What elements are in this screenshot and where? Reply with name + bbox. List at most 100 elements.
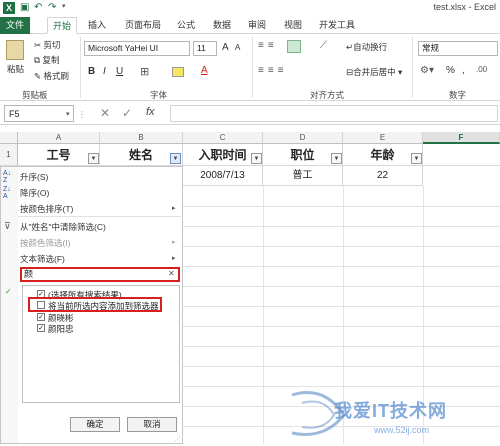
font-name-select[interactable]: Microsoft YaHei UI xyxy=(84,41,190,56)
cell-position[interactable]: 普工 xyxy=(263,166,343,186)
save-icon[interactable]: ▣ xyxy=(20,2,29,13)
format-painter-label: 格式刷 xyxy=(43,71,70,81)
format-painter-button[interactable]: ✎ 格式刷 xyxy=(34,70,69,82)
watermark-text: 我爱IT技术网 xyxy=(334,401,447,421)
value-label[interactable]: 颜阳忠 xyxy=(48,323,74,335)
tab-developer[interactable]: 开发工具 xyxy=(313,17,361,34)
number-format-select[interactable]: 常规 xyxy=(418,41,498,56)
shrink-font-button[interactable]: A xyxy=(235,43,240,52)
insert-function-icon[interactable]: fx xyxy=(146,106,155,118)
group-divider xyxy=(80,37,81,98)
name-box-dropdown-icon[interactable]: ▾ xyxy=(66,110,70,118)
filter-dropdown-a[interactable]: ▼ xyxy=(88,153,99,164)
grid-line xyxy=(183,346,500,347)
orientation-icon[interactable]: ⟋ xyxy=(320,40,327,51)
paste-button[interactable]: 粘贴 xyxy=(7,63,24,75)
tab-view[interactable]: 视图 xyxy=(279,17,307,34)
enter-icon[interactable]: ✓ xyxy=(122,106,132,120)
accounting-format-icon[interactable]: ⚙▾ xyxy=(420,65,434,76)
clear-search-icon[interactable]: ✕ xyxy=(168,269,175,278)
add-to-filter-label[interactable]: 将当前所选内容添加到筛选器 xyxy=(48,300,159,312)
cancel-icon[interactable]: ✕ xyxy=(100,106,110,120)
tab-file[interactable]: 文件 xyxy=(0,17,30,34)
wrap-text-button[interactable]: ↵自动换行 xyxy=(346,41,387,53)
wrap-text-label: 自动换行 xyxy=(353,42,388,52)
excel-app-icon: X xyxy=(3,2,15,14)
column-header-c[interactable]: C xyxy=(183,132,263,144)
vertical-align-icons[interactable]: ≡≡ xyxy=(258,40,278,51)
customize-qat-icon[interactable]: ▾ xyxy=(62,2,66,10)
column-header-d[interactable]: D xyxy=(263,132,343,144)
sort-ascending-item[interactable]: 升序(S) xyxy=(20,171,48,183)
group-divider xyxy=(252,37,253,98)
text-filters-item[interactable]: 文本筛选(F) xyxy=(20,253,65,265)
ribbon: 粘贴 ✂ 剪切 ⧉ 复制 ✎ 格式刷 剪贴板 Microsoft YaHei U… xyxy=(0,34,500,101)
formula-input[interactable] xyxy=(170,105,498,122)
redo-icon[interactable]: ↷ xyxy=(48,2,56,13)
column-header-f[interactable]: F xyxy=(423,132,500,144)
row-header-1[interactable]: 1 xyxy=(0,144,18,166)
resize-grip-icon[interactable]: ⋰ xyxy=(174,435,181,443)
header-hire-date-text: 入职时间 xyxy=(198,148,247,162)
column-header-b[interactable]: B xyxy=(100,132,183,144)
tab-home[interactable]: 开始 xyxy=(47,17,77,34)
undo-icon[interactable]: ↶ xyxy=(34,2,42,13)
filter-dropdown-d[interactable]: ▼ xyxy=(331,153,342,164)
filter-dropdown-c[interactable]: ▼ xyxy=(251,153,262,164)
grid-line xyxy=(183,326,500,327)
paste-icon[interactable] xyxy=(6,40,24,60)
tab-page-layout[interactable]: 页面布局 xyxy=(118,17,168,34)
select-all-corner[interactable] xyxy=(0,132,18,144)
middle-align-active-icon[interactable] xyxy=(287,40,301,53)
filter-dropdown-e[interactable]: ▼ xyxy=(411,153,422,164)
grow-font-button[interactable]: A xyxy=(222,42,229,53)
italic-button[interactable]: I xyxy=(103,66,106,77)
sort-by-color-item[interactable]: 按颜色排序(T) xyxy=(20,203,73,215)
drag-handle-icon[interactable]: ⋮ xyxy=(78,110,86,119)
horizontal-align-icons[interactable]: ≡≡≡ xyxy=(258,65,288,76)
filter-search-input[interactable]: 颜 xyxy=(20,267,180,282)
grid-line xyxy=(183,306,500,307)
grid-line xyxy=(183,206,500,207)
font-color-button[interactable]: A xyxy=(201,65,208,76)
bold-button[interactable]: B xyxy=(88,66,95,77)
increase-decimal-icon[interactable]: .00 xyxy=(476,65,487,74)
ok-button[interactable]: 确定 xyxy=(70,417,120,432)
tab-review[interactable]: 审阅 xyxy=(243,17,271,34)
merge-center-button[interactable]: ⊟合并后居中 ▾ xyxy=(346,66,402,78)
name-box[interactable]: F5 xyxy=(4,105,74,122)
add-to-filter-checkbox[interactable] xyxy=(37,301,45,309)
header-age-text: 年龄 xyxy=(370,148,395,162)
cell-hire-date[interactable]: 2008/7/13 xyxy=(183,166,263,186)
header-name-text: 姓名 xyxy=(128,148,153,162)
tab-insert[interactable]: 插入 xyxy=(82,17,112,34)
font-group-label: 字体 xyxy=(150,90,168,100)
watermark-url: www.52ij.com xyxy=(374,425,430,435)
cut-label: 剪切 xyxy=(43,40,61,50)
merge-center-label: 合并后居中 xyxy=(353,67,396,77)
comma-button[interactable]: , xyxy=(462,65,465,76)
column-header-e[interactable]: E xyxy=(343,132,423,144)
column-header-a[interactable]: A xyxy=(18,132,100,144)
percent-button[interactable]: % xyxy=(446,65,455,76)
borders-icon[interactable]: ⊞ xyxy=(140,65,149,78)
window-title: test.xlsx - Excel xyxy=(433,2,496,12)
font-size-select[interactable]: 11 xyxy=(193,41,217,56)
underline-button[interactable]: U xyxy=(116,66,123,77)
cancel-button[interactable]: 取消 xyxy=(127,417,177,432)
menu-separator xyxy=(18,216,181,217)
cell-f1[interactable] xyxy=(423,144,500,166)
cut-button[interactable]: ✂ 剪切 xyxy=(34,39,61,51)
cell-age[interactable]: 22 xyxy=(343,166,423,186)
sort-descending-item[interactable]: 降序(O) xyxy=(20,187,49,199)
filter-dropdown-b-active[interactable]: ▼ xyxy=(170,153,181,164)
filter-by-color-item[interactable]: 按颜色筛选(I) xyxy=(20,237,71,249)
tab-formulas[interactable]: 公式 xyxy=(172,17,200,34)
grid-line xyxy=(183,286,500,287)
value-checkbox[interactable]: ✓ xyxy=(37,313,45,321)
fill-color-icon[interactable] xyxy=(172,67,184,77)
copy-button[interactable]: ⧉ 复制 xyxy=(34,54,59,66)
value-checkbox[interactable]: ✓ xyxy=(37,324,45,332)
tab-data[interactable]: 数据 xyxy=(208,17,236,34)
clear-filter-item[interactable]: 从"姓名"中清除筛选(C) xyxy=(20,221,106,233)
